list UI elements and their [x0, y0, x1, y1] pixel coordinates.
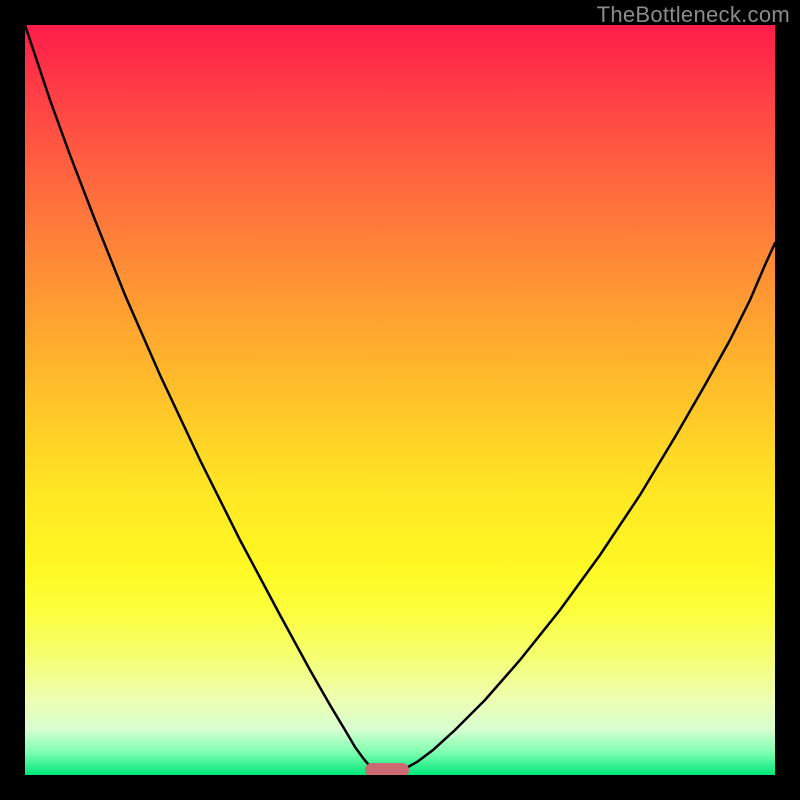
curve-right-path: [397, 243, 775, 770]
bottleneck-marker: [365, 763, 409, 775]
chart-frame: TheBottleneck.com: [0, 0, 800, 800]
plot-area: [25, 25, 775, 775]
bottleneck-curve: [25, 25, 775, 775]
curve-left-path: [25, 25, 378, 770]
